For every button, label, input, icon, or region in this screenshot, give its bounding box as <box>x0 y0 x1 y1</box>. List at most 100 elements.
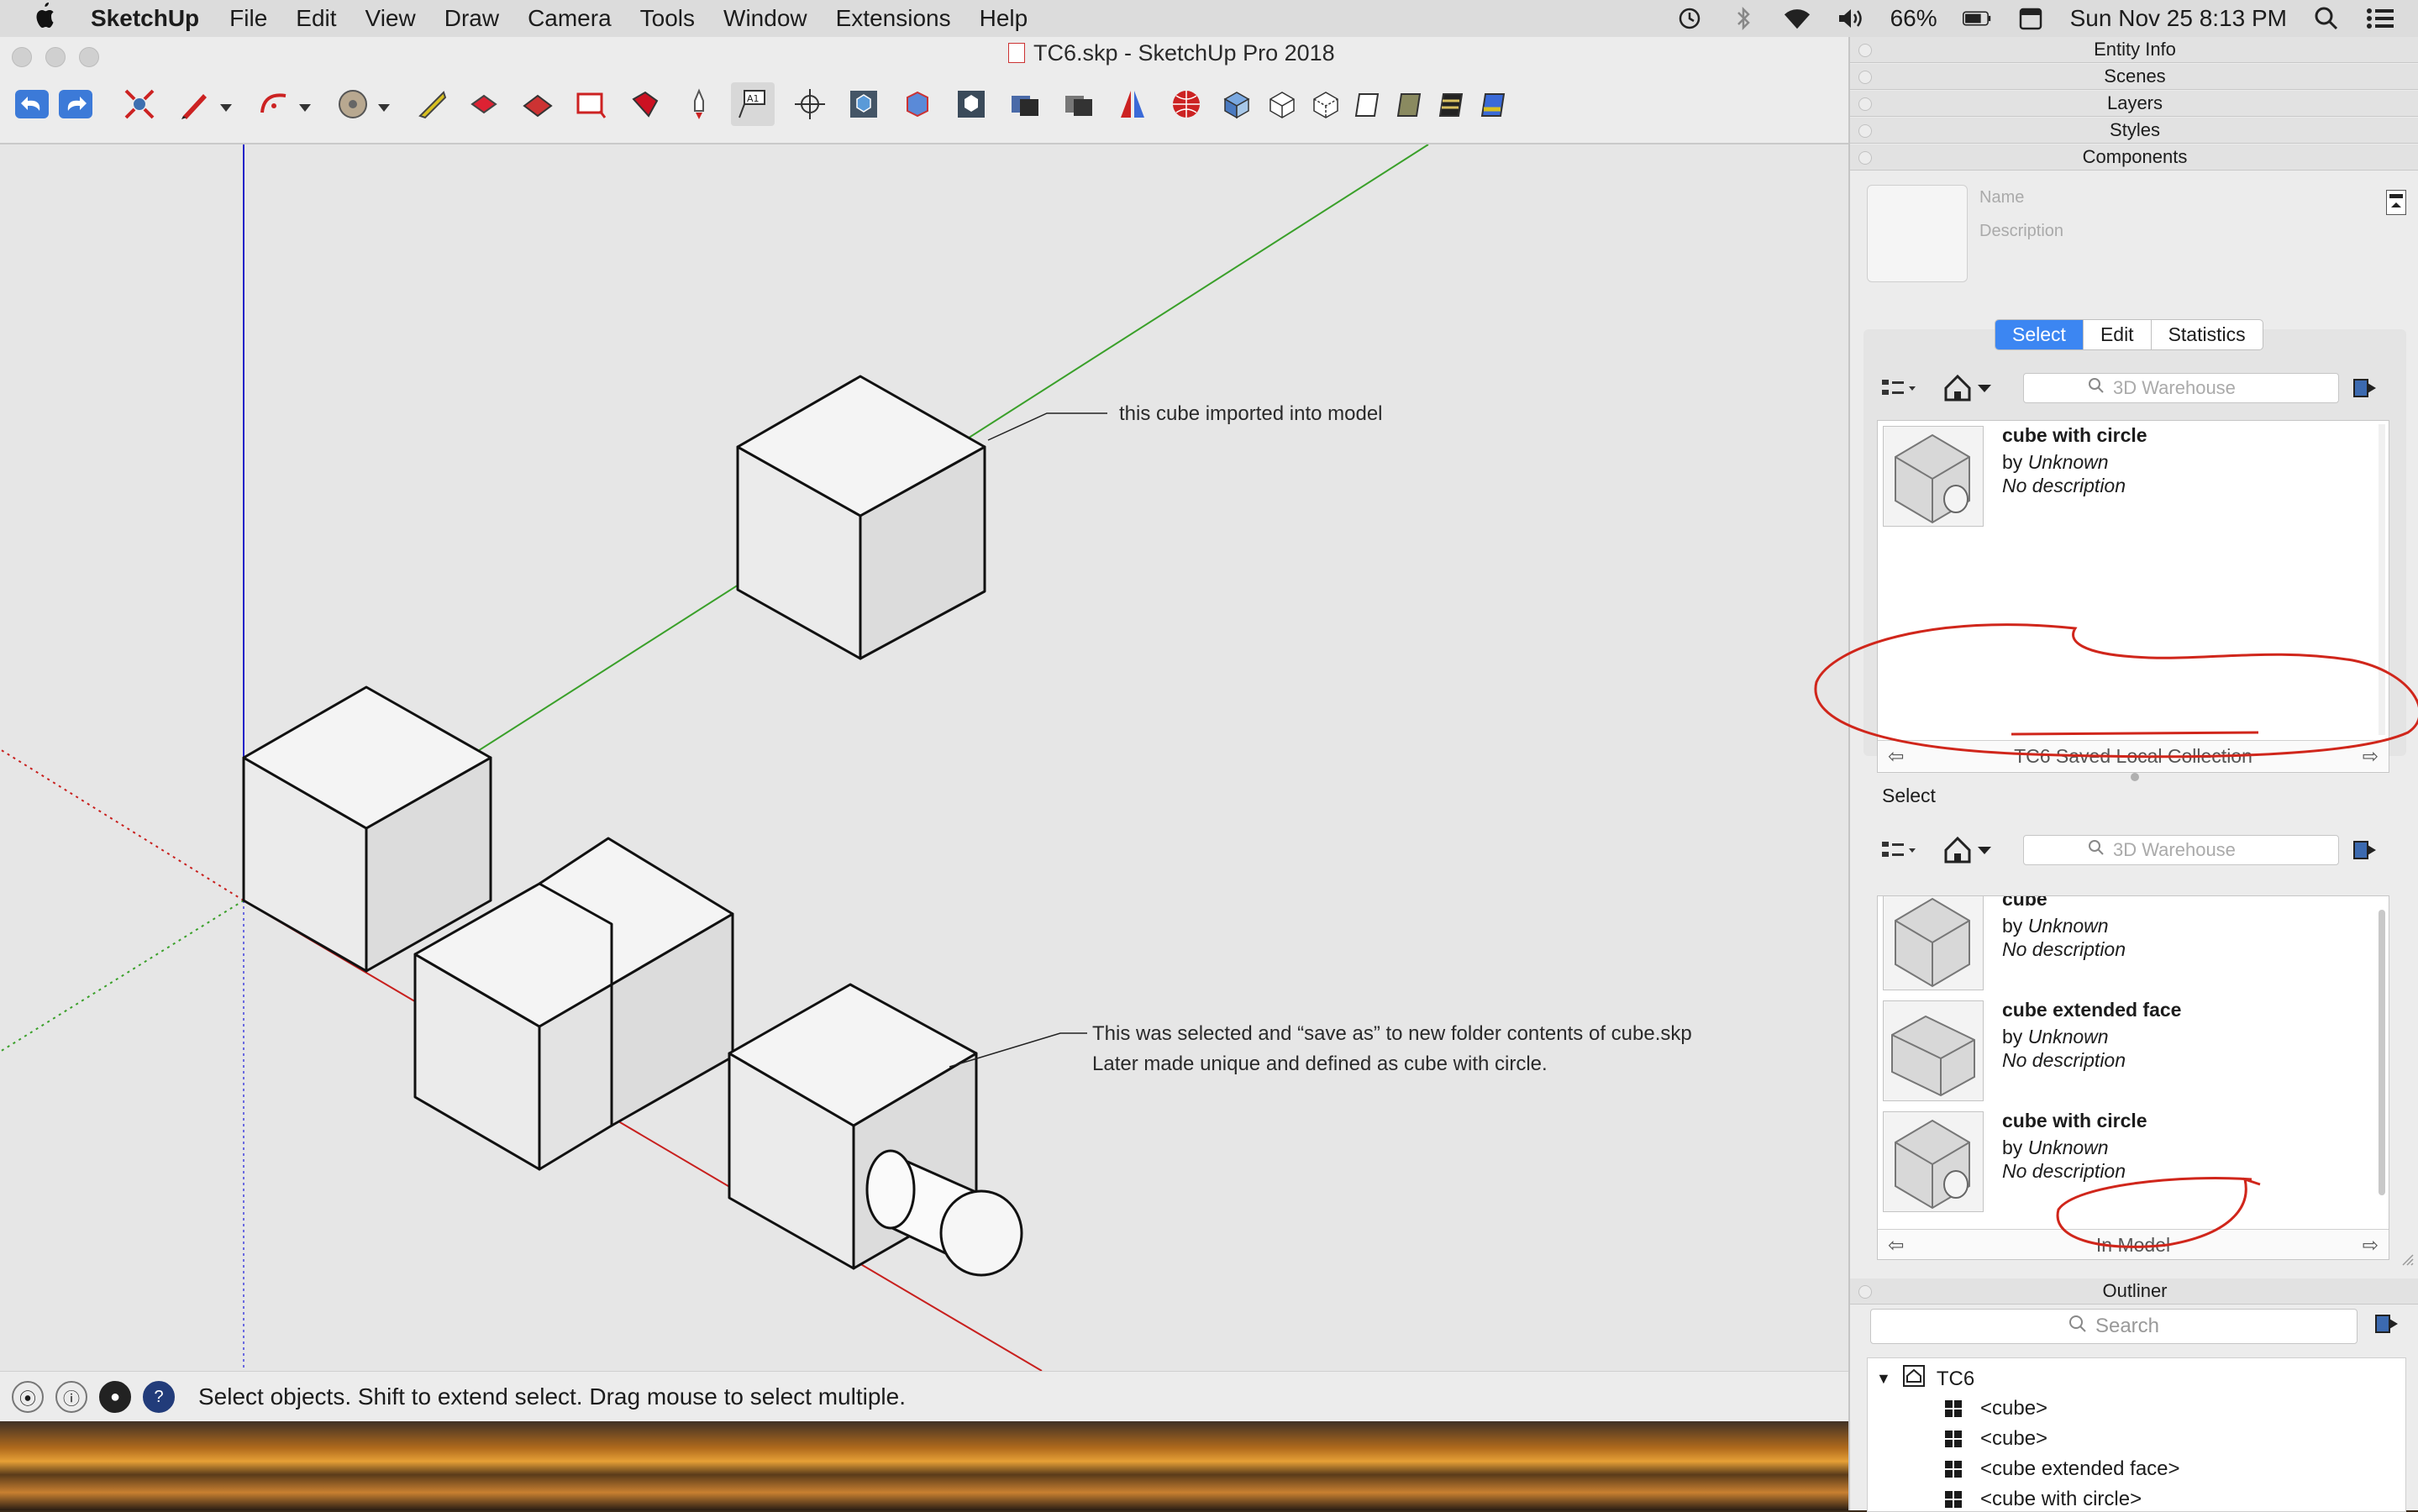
panel-layers[interactable]: Layers <box>1850 91 2418 117</box>
section-tool-icon[interactable] <box>516 82 560 126</box>
panel-close-icon[interactable] <box>1858 124 1872 138</box>
rocket-icon[interactable] <box>677 82 721 126</box>
panel-styles[interactable]: Styles <box>1850 118 2418 144</box>
line-tool-dropdown-icon[interactable] <box>220 104 232 112</box>
menu-camera[interactable]: Camera <box>528 5 612 32</box>
forward-arrow-icon[interactable]: ⇨ <box>2363 1230 2379 1259</box>
style-wireframe-icon[interactable] <box>1304 82 1348 126</box>
style-textured-icon[interactable] <box>1430 82 1474 126</box>
spotlight-icon[interactable] <box>2312 7 2341 30</box>
back-arrow-icon[interactable]: ⇦ <box>1888 741 1904 771</box>
navigation-home-icon-secondary[interactable] <box>1942 835 1995 869</box>
local-collection-list[interactable]: cube with circle by Unknown No descripti… <box>1877 420 2389 773</box>
style-backedges-icon[interactable] <box>1260 82 1304 126</box>
model-canvas[interactable]: this cube imported into model This was s… <box>0 144 1848 1371</box>
forward-arrow-icon[interactable]: ⇨ <box>2363 741 2379 771</box>
shape-tool-dropdown-icon[interactable] <box>378 104 390 112</box>
menu-help[interactable]: Help <box>980 5 1028 32</box>
resize-grip-icon[interactable] <box>2400 1252 2415 1267</box>
panel-outliner[interactable]: Outliner <box>1850 1278 2418 1305</box>
time-machine-icon[interactable] <box>1675 7 1704 30</box>
protractor-tool-icon[interactable] <box>331 82 375 126</box>
redo-button[interactable] <box>54 82 97 126</box>
outliner-item[interactable]: <cube> <box>1945 1427 2047 1451</box>
annotation-save-as-line2[interactable]: Later made unique and defined as cube wi… <box>1092 1053 1548 1075</box>
menu-draw[interactable]: Draw <box>444 5 499 32</box>
panel-close-icon[interactable] <box>1858 1285 1872 1299</box>
tab-statistics[interactable]: Statistics <box>2152 320 2263 349</box>
dimension-tool-icon[interactable] <box>462 82 506 126</box>
outliner-search-input[interactable]: Search <box>1870 1309 2358 1344</box>
arc-tool-dropdown-icon[interactable] <box>299 104 311 112</box>
zoom-extents-icon[interactable] <box>118 82 161 126</box>
menu-view[interactable]: View <box>365 5 416 32</box>
credits-status-icon[interactable]: ⓘ <box>55 1381 87 1413</box>
navigation-home-icon[interactable] <box>1942 373 1995 407</box>
arc-tool-icon[interactable] <box>252 82 296 126</box>
secondary-pane-toggle-icon[interactable] <box>2352 376 2378 404</box>
geo-location-status-icon[interactable]: ⦿ <box>12 1381 44 1413</box>
menu-file[interactable]: File <box>229 5 267 32</box>
pane-splitter-handle[interactable] <box>2131 773 2139 781</box>
notification-center-icon[interactable] <box>2366 7 2394 30</box>
panel-components[interactable]: Components <box>1850 144 2418 171</box>
style-monochrome-icon[interactable] <box>1472 82 1516 126</box>
cube-origin[interactable] <box>242 685 492 973</box>
warehouse-models-icon[interactable] <box>1003 82 1047 126</box>
back-arrow-icon[interactable]: ⇦ <box>1888 1230 1904 1259</box>
extension-warehouse-icon[interactable] <box>1057 82 1101 126</box>
close-button[interactable] <box>12 47 32 67</box>
collection-name[interactable]: In Model <box>2096 1234 2170 1256</box>
battery-icon[interactable] <box>1962 7 1991 30</box>
volume-icon[interactable] <box>1837 7 1865 30</box>
menu-edit[interactable]: Edit <box>296 5 336 32</box>
view-options-icon[interactable] <box>1880 376 1917 406</box>
scrollbar[interactable] <box>2379 424 2385 735</box>
help-icon[interactable]: ? <box>143 1381 175 1413</box>
outliner-details-icon[interactable] <box>2374 1312 2400 1340</box>
menu-extensions[interactable]: Extensions <box>836 5 951 32</box>
cube-with-circle[interactable] <box>728 983 1023 1277</box>
outliner-item[interactable]: <cube> <box>1945 1397 2047 1420</box>
text-tool-icon[interactable]: A1 <box>731 82 775 126</box>
menu-window[interactable]: Window <box>723 5 807 32</box>
panel-entity-info[interactable]: Entity Info <box>1850 37 2418 63</box>
undo-button[interactable] <box>10 82 54 126</box>
details-toggle-icon[interactable] <box>2386 190 2406 215</box>
annotation-imported[interactable]: this cube imported into model <box>1119 402 1383 425</box>
model-viewport[interactable]: this cube imported into model This was s… <box>0 144 1848 1371</box>
outliner-item[interactable]: <cube with circle> <box>1945 1488 2142 1511</box>
component-description-field[interactable]: Description <box>1979 222 2063 241</box>
calendar-icon[interactable] <box>2016 7 2045 30</box>
component-3d-icon[interactable] <box>842 82 886 126</box>
style-hidden-line-icon[interactable] <box>1346 82 1390 126</box>
style-shaded-icon[interactable] <box>1388 82 1432 126</box>
view-options-icon-secondary[interactable] <box>1880 838 1917 868</box>
in-model-list[interactable]: cube by Unknown No description cube exte… <box>1877 895 2389 1260</box>
panel-scenes[interactable]: Scenes <box>1850 64 2418 90</box>
panel-close-icon[interactable] <box>1858 97 1872 111</box>
component-box-icon[interactable] <box>896 82 939 126</box>
style-xray-icon[interactable] <box>1215 82 1259 126</box>
panel-close-icon[interactable] <box>1858 151 1872 165</box>
paint-bucket-icon[interactable] <box>623 82 667 126</box>
axes-tool-icon[interactable] <box>788 82 832 126</box>
minimize-button[interactable] <box>45 47 66 67</box>
list-item[interactable]: cube extended face by Unknown No descrip… <box>1883 995 2362 1101</box>
menu-tools[interactable]: Tools <box>640 5 695 32</box>
components-search-input-secondary[interactable]: 3D Warehouse <box>2023 835 2339 865</box>
collection-name[interactable]: TC6 Saved Local Collection <box>2014 745 2252 767</box>
text-label-icon[interactable] <box>570 82 613 126</box>
user-account-icon[interactable]: ● <box>99 1381 131 1413</box>
share-component-icon[interactable] <box>949 82 993 126</box>
annotation-save-as-line1[interactable]: This was selected and “save as” to new f… <box>1092 1022 1692 1045</box>
outliner-root[interactable]: ▼ TC6 <box>1876 1365 1974 1393</box>
scrollbar[interactable] <box>2379 910 2385 1195</box>
clock[interactable]: Sun Nov 25 8:13 PM <box>2070 5 2287 32</box>
layout-icon[interactable] <box>1111 82 1154 126</box>
component-name-field[interactable]: Name <box>1979 188 2024 207</box>
app-menu[interactable]: SketchUp <box>91 5 199 32</box>
details-arrow-icon[interactable] <box>2352 838 2378 866</box>
panel-close-icon[interactable] <box>1858 71 1872 84</box>
zoom-button[interactable] <box>79 47 99 67</box>
